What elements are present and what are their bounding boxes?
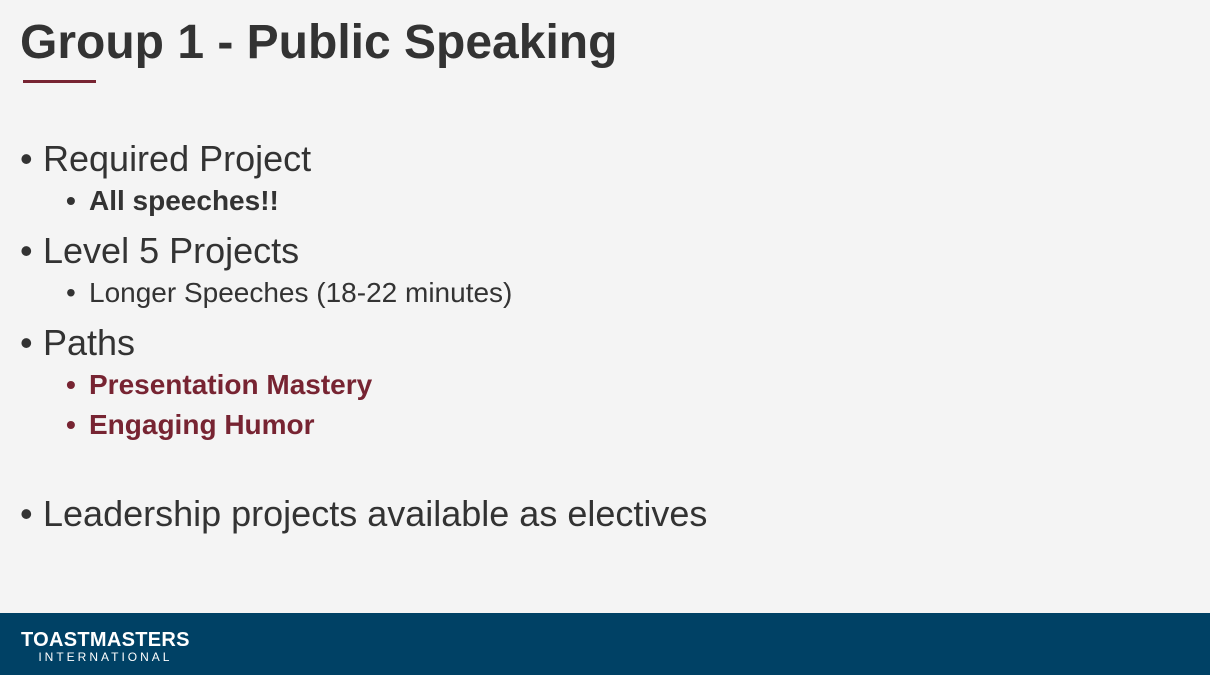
bullet-text: Leadership projects available as electiv… bbox=[43, 493, 708, 534]
bullet-dot: • bbox=[20, 230, 33, 271]
bullet-dot: • bbox=[66, 277, 76, 308]
bullet-text: Engaging Humor bbox=[89, 409, 315, 440]
bullet-text: Longer Speeches (18-22 minutes) bbox=[89, 277, 513, 308]
bullet-text: All speeches!! bbox=[89, 185, 279, 216]
bullet-engaging-humor: • Engaging Humor bbox=[66, 409, 315, 441]
bullet-text: Required Project bbox=[43, 138, 312, 179]
bullet-all-speeches: • All speeches!! bbox=[66, 185, 279, 217]
toastmasters-logo: TOASTMASTERS INTERNATIONAL bbox=[21, 630, 190, 663]
bullet-dot: • bbox=[66, 369, 76, 400]
bullet-required-project: • Required Project bbox=[20, 139, 311, 179]
bullet-dot: • bbox=[20, 322, 33, 363]
bullet-text: Presentation Mastery bbox=[89, 369, 373, 400]
bullet-longer-speeches: • Longer Speeches (18-22 minutes) bbox=[66, 277, 512, 309]
logo-wordmark: TOASTMASTERS bbox=[21, 629, 190, 651]
bullet-paths: • Paths bbox=[20, 323, 135, 363]
slide: Group 1 - Public Speaking • Required Proj… bbox=[0, 0, 1210, 613]
bullet-dot: • bbox=[20, 138, 33, 179]
logo-subtitle: INTERNATIONAL bbox=[38, 650, 173, 664]
slide-title: Group 1 - Public Speaking bbox=[20, 16, 618, 69]
title-underline bbox=[23, 80, 96, 83]
bullet-presentation-mastery: • Presentation Mastery bbox=[66, 369, 372, 401]
bullet-text: Paths bbox=[43, 322, 136, 363]
footer-bar: TOASTMASTERS INTERNATIONAL bbox=[0, 613, 1210, 675]
bullet-dot: • bbox=[66, 409, 76, 440]
bullet-dot: • bbox=[66, 185, 76, 216]
bullet-dot: • bbox=[20, 493, 33, 534]
bullet-text: Level 5 Projects bbox=[43, 230, 300, 271]
bullet-level-5-projects: • Level 5 Projects bbox=[20, 231, 299, 271]
bullet-leadership-projects: • Leadership projects available as electi… bbox=[20, 494, 707, 534]
